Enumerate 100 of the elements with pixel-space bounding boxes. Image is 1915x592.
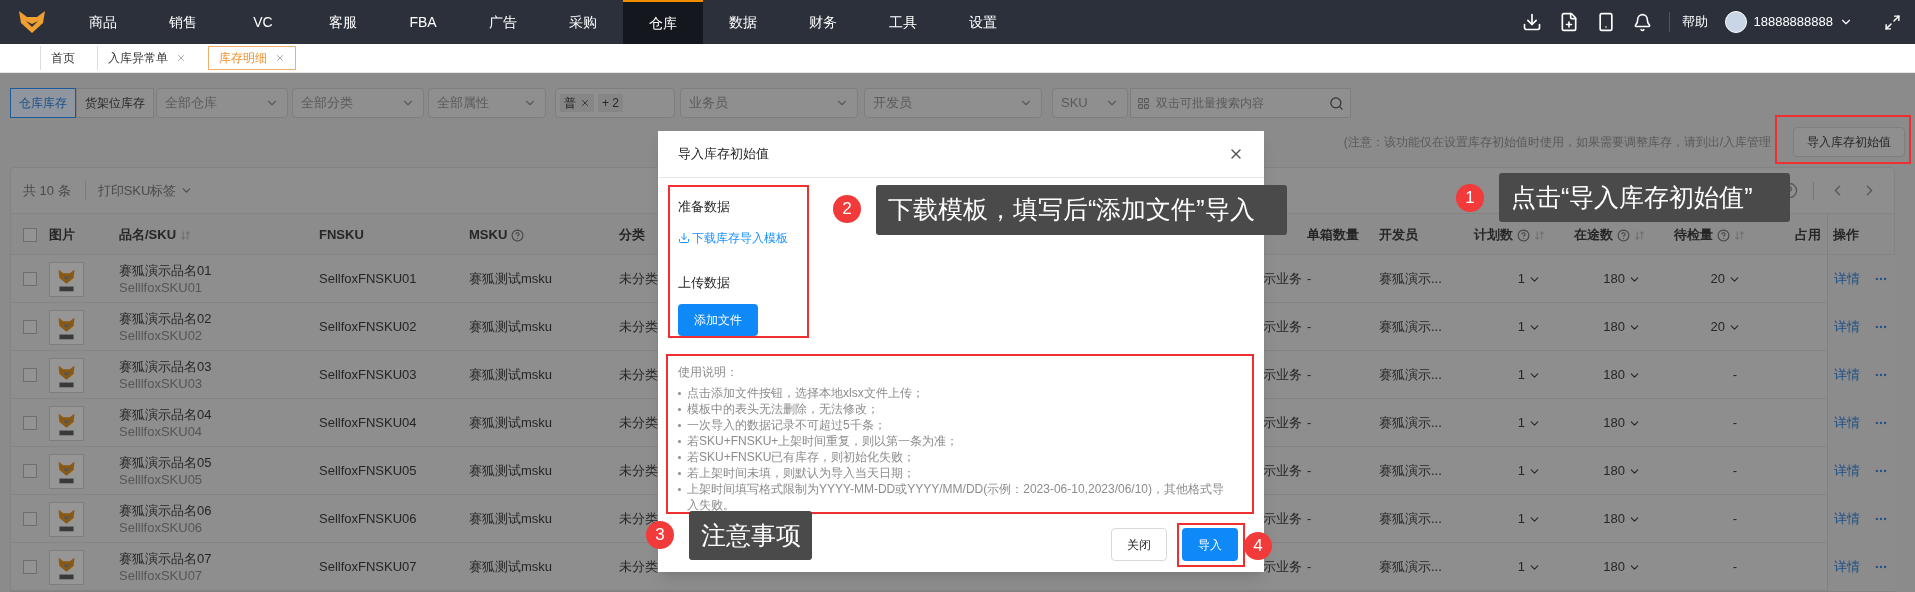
nav-item[interactable]: 财务: [783, 0, 863, 44]
table-cell: -: [1307, 319, 1312, 335]
section-label: 上传数据: [678, 273, 730, 292]
detail-link[interactable]: 详情: [1834, 557, 1860, 577]
import-button[interactable]: 导入: [1182, 528, 1238, 561]
detail-link[interactable]: 详情: [1834, 461, 1860, 481]
table-cell-text: 1: [1517, 366, 1525, 385]
table-cell: 未分类: [619, 463, 658, 479]
table-cell: -: [1307, 367, 1312, 383]
download-template-link[interactable]: 下载库存导入模板: [678, 228, 788, 247]
column-header: 开发员: [1379, 226, 1418, 245]
add-file-button[interactable]: 添加文件: [678, 304, 758, 336]
table-cell: 赛狐演示...: [1379, 463, 1442, 479]
nav-item[interactable]: 客服: [303, 0, 383, 44]
checkbox[interactable]: [23, 228, 37, 242]
table-cell-text: -: [1732, 462, 1738, 481]
table-cell: 示业务: [1263, 271, 1302, 287]
table-cell-text: 20: [1710, 270, 1725, 289]
print-label-dropdown[interactable]: 打印SKU标签: [97, 180, 194, 201]
nav-item[interactable]: 广告: [463, 0, 543, 44]
fox-logo-icon: [16, 9, 47, 35]
view-toggle[interactable]: 仓库库存: [10, 88, 76, 118]
table-cell-text: 180: [1603, 318, 1625, 337]
table-cell-text: -: [1732, 414, 1738, 433]
table-cell: 赛狐测试msku: [469, 271, 553, 287]
checkbox[interactable]: [23, 464, 37, 478]
table-cell-text: 1: [1517, 414, 1525, 433]
table-cell: -: [1307, 271, 1312, 287]
page-tab[interactable]: 入库异常单: [97, 46, 196, 70]
table-cell-text: 20: [1710, 318, 1725, 337]
checkbox[interactable]: [23, 272, 37, 286]
column-header: 分类: [619, 226, 645, 245]
instructions-title: 使用说明：: [678, 364, 739, 380]
instruction-text: 若SKU+FNSKU已有库存，则初始化失败；: [687, 449, 916, 465]
table-cell: 示业务: [1263, 319, 1302, 335]
table-cell-text: 1: [1517, 270, 1525, 289]
fullscreen-icon[interactable]: [1884, 13, 1901, 31]
search-icon[interactable]: [1329, 95, 1344, 111]
checkbox[interactable]: [23, 368, 37, 382]
product-name: 赛狐演示品名02: [119, 310, 213, 327]
checkbox[interactable]: [23, 416, 37, 430]
nav-item[interactable]: 工具: [863, 0, 943, 44]
detail-link[interactable]: 详情: [1834, 365, 1860, 385]
nav-item[interactable]: 仓库: [623, 0, 703, 44]
close-icon[interactable]: [580, 98, 590, 108]
view-toggle[interactable]: 货架位库存: [76, 88, 154, 118]
nav-item[interactable]: FBA: [383, 0, 463, 44]
nav-item[interactable]: 销售: [143, 0, 223, 44]
nav-item[interactable]: 数据: [703, 0, 783, 44]
import-initial-button[interactable]: 导入库存初始值: [1793, 127, 1905, 157]
page-tab[interactable]: 首页: [40, 46, 85, 70]
table-cell-text: 1: [1517, 318, 1525, 337]
tag-select[interactable]: 普 + 2: [555, 88, 675, 118]
table-cell-text: 180: [1603, 366, 1625, 385]
table-cell: SellfoxFNSKU01: [319, 271, 417, 287]
checkbox[interactable]: [23, 560, 37, 574]
help-icon: [1617, 228, 1630, 242]
instruction-text: 点击添加文件按钮，选择本地xlsx文件上传；: [687, 385, 924, 401]
column-header: 品名/SKU: [119, 226, 177, 245]
user-name[interactable]: 18888888888: [1753, 12, 1833, 32]
table-cell-text: 180: [1603, 510, 1625, 529]
detail-link[interactable]: 详情: [1834, 269, 1860, 289]
table-cell: 赛狐演示...: [1379, 559, 1442, 575]
column-header: 操作: [1833, 226, 1859, 245]
detail-link[interactable]: 详情: [1834, 509, 1860, 529]
download-icon[interactable]: [1522, 12, 1543, 32]
sku-text: SelllfoxSKU01: [119, 279, 204, 296]
sku-text: SelllfoxSKU06: [119, 519, 204, 536]
product-name: 赛狐演示品名03: [119, 358, 213, 375]
page-tab[interactable]: 库存明细: [208, 46, 296, 70]
sku-text: SelllfoxSKU05: [119, 471, 204, 488]
table-cell-text: 180: [1603, 414, 1625, 433]
help-link[interactable]: 帮助: [1669, 12, 1709, 32]
table-cell: 示业务: [1263, 511, 1302, 527]
avatar[interactable]: [1725, 11, 1748, 33]
detail-link[interactable]: 详情: [1834, 317, 1860, 337]
sku-text: SelllfoxSKU03: [119, 375, 204, 392]
bullet-icon: [678, 456, 681, 459]
table-cell: -: [1307, 511, 1312, 527]
close-button[interactable]: 关闭: [1111, 528, 1167, 561]
bullet-icon: [678, 392, 681, 395]
nav-item[interactable]: 商品: [63, 0, 143, 44]
product-name: 赛狐演示品名05: [119, 454, 213, 471]
nav-item[interactable]: VC: [223, 0, 303, 44]
checkbox[interactable]: [23, 320, 37, 334]
table-cell: 示业务: [1263, 463, 1302, 479]
table-cell: 赛狐测试msku: [469, 463, 553, 479]
bell-icon[interactable]: [1633, 12, 1653, 32]
table-cell: 赛狐测试msku: [469, 415, 553, 431]
nav-item[interactable]: 采购: [543, 0, 623, 44]
sku-text: SelllfoxSKU02: [119, 327, 204, 344]
table-cell: SellfoxFNSKU07: [319, 559, 417, 575]
detail-link[interactable]: 详情: [1834, 413, 1860, 433]
checkbox[interactable]: [23, 512, 37, 526]
download-icon: [678, 231, 690, 244]
sku-text: SelllfoxSKU04: [119, 423, 204, 440]
help-icon: [511, 228, 525, 242]
nav-item[interactable]: 设置: [943, 0, 1023, 44]
table-cell-text: 1: [1517, 510, 1525, 529]
document-plus-icon[interactable]: [1559, 12, 1580, 32]
